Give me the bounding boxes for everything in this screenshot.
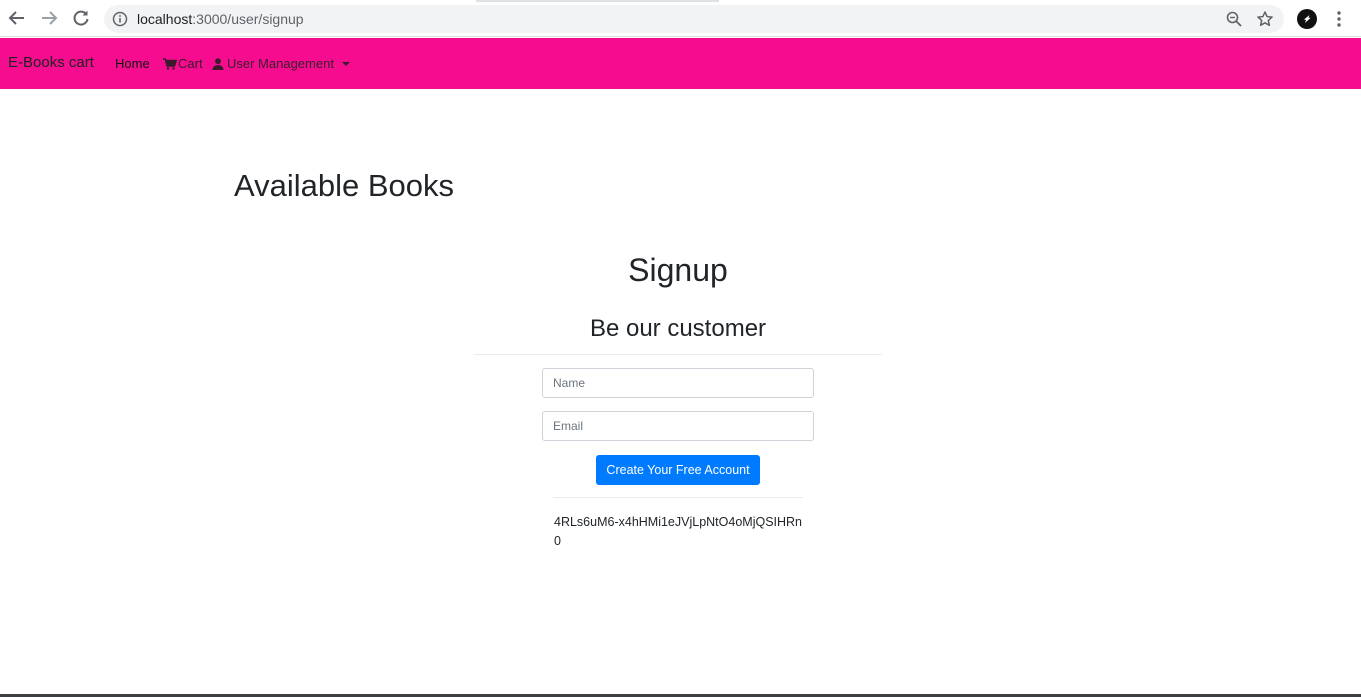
caret-down-icon xyxy=(341,62,350,66)
signup-title: Signup xyxy=(628,252,728,288)
signup-subtitle: Be our customer xyxy=(589,315,767,342)
cart-icon xyxy=(163,58,177,70)
divider xyxy=(474,354,882,355)
page-heading: Available Books xyxy=(234,168,455,203)
forward-button[interactable] xyxy=(37,6,61,30)
more-vert-icon[interactable] xyxy=(1330,9,1348,29)
star-icon[interactable] xyxy=(1256,10,1274,28)
url-text[interactable]: localhost:3000/user/signup xyxy=(137,11,304,27)
arrow-right-icon xyxy=(42,11,58,25)
tab-strip-edge xyxy=(476,0,719,2)
nav-home-link[interactable]: Home xyxy=(115,56,150,72)
reload-icon xyxy=(73,10,89,26)
info-icon[interactable] xyxy=(112,11,128,27)
app-navbar: E-Books cart Home Cart User Management xyxy=(0,38,1361,89)
browser-toolbar: localhost:3000/user/signup xyxy=(0,0,1361,37)
nav-cart-label: Cart xyxy=(178,56,203,71)
url-path: :3000/user/signup xyxy=(192,11,304,27)
create-account-button[interactable]: Create Your Free Account xyxy=(596,455,760,485)
csrf-token-text: 4RLs6uM6-x4hHMi1eJVjLpNtO4oMjQSIHRn0 xyxy=(554,515,803,548)
nav-user-management-dropdown[interactable]: User Management xyxy=(212,56,350,72)
url-host: localhost xyxy=(137,11,193,27)
nav-user-management-label: User Management xyxy=(227,56,334,71)
name-input[interactable] xyxy=(542,368,814,398)
zoom-icon[interactable] xyxy=(1225,10,1243,28)
email-input[interactable] xyxy=(542,411,814,441)
back-button[interactable] xyxy=(5,6,29,30)
navbar-brand[interactable]: E-Books cart xyxy=(8,54,94,72)
divider xyxy=(553,497,803,498)
extension-icon[interactable] xyxy=(1297,9,1317,29)
address-bar[interactable]: localhost:3000/user/signup xyxy=(104,5,1284,33)
nav-cart-link[interactable]: Cart xyxy=(163,56,203,72)
arrow-left-icon xyxy=(8,11,24,25)
user-icon xyxy=(212,58,224,70)
extension-glyph-icon xyxy=(1304,15,1311,23)
reload-button[interactable] xyxy=(69,6,93,30)
